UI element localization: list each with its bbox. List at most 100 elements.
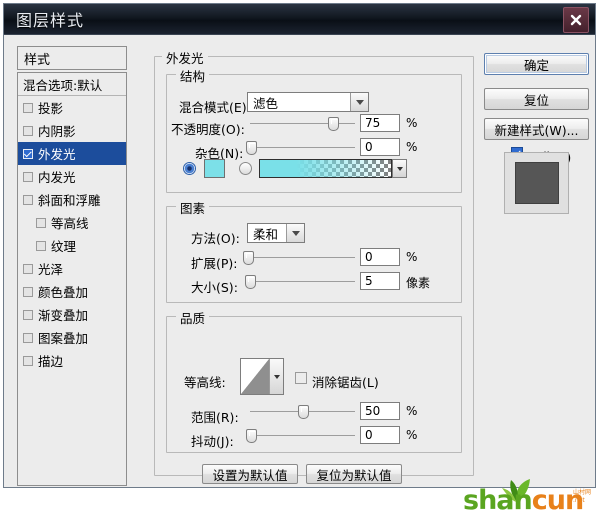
sidebar-item-inner-shadow[interactable]: 内阴影 (18, 119, 126, 142)
close-icon[interactable] (563, 7, 589, 33)
sidebar-item-label: 纹理 (51, 239, 77, 254)
reset-default-button[interactable]: 复位为默认值 (306, 464, 402, 484)
slider-knob[interactable] (243, 251, 255, 265)
size-slider[interactable] (245, 275, 355, 289)
sidebar-item-label: 投影 (38, 101, 64, 116)
outer-glow-pane: 外发光 结构 混合模式(E): 滤色 不透明度(O): % 杂色(N): (154, 46, 474, 486)
sidebar-item-label: 内发光 (38, 170, 76, 185)
sidebar-item-gradient-overlay[interactable]: 渐变叠加 (18, 303, 126, 326)
sidebar-item-label: 图案叠加 (38, 331, 89, 346)
gradient-chevron-down-icon[interactable] (392, 159, 407, 178)
chevron-down-icon[interactable] (269, 359, 283, 394)
checkbox-icon[interactable] (23, 102, 33, 113)
noise-slider[interactable] (246, 141, 355, 155)
contour-label: 等高线: (184, 375, 226, 390)
technique-select[interactable]: 柔和 (247, 223, 305, 243)
noise-unit: % (406, 140, 418, 154)
slider-knob[interactable] (245, 275, 257, 289)
noise-input[interactable] (360, 138, 400, 156)
spread-label: 扩展(P): (191, 256, 238, 271)
sidebar-item-satin[interactable]: 光泽 (18, 257, 126, 280)
sidebar-item-label: 颜色叠加 (38, 285, 89, 300)
anti-alias-checkbox[interactable] (295, 372, 307, 384)
sidebar-item-blending-options[interactable]: 混合选项:默认 (18, 73, 126, 96)
slider-track (250, 147, 355, 148)
checkbox-icon[interactable] (23, 309, 33, 320)
checkbox-icon[interactable] (23, 125, 33, 136)
sidebar-item-label: 渐变叠加 (38, 308, 89, 323)
range-input[interactable] (360, 402, 400, 420)
structure-group-label: 结构 (176, 66, 210, 85)
watermark-sub: 山村网 .net (573, 489, 591, 505)
sidebar-item-label: 外发光 (38, 147, 76, 162)
dialog-body: 样式 混合选项:默认 投影 内阴影 外发光 内发光 斜面和浮雕 等高线 纹理 光… (4, 35, 595, 487)
sidebar-item-color-overlay[interactable]: 颜色叠加 (18, 280, 126, 303)
checkbox-icon[interactable] (23, 332, 33, 343)
technique-label: 方法(O): (191, 231, 240, 246)
title-bar: 图层样式 (4, 4, 595, 35)
checkbox-icon[interactable] (23, 171, 33, 182)
opacity-slider[interactable] (250, 117, 355, 131)
spread-input[interactable] (360, 248, 400, 266)
close-x-glyph (570, 14, 582, 26)
sidebar-item-label: 内阴影 (38, 124, 76, 139)
range-slider[interactable] (250, 405, 355, 419)
glow-gradient-radio[interactable] (239, 162, 252, 175)
slider-track (250, 123, 355, 124)
new-style-button[interactable]: 新建样式(W)... (484, 118, 589, 140)
range-label: 范围(R): (191, 410, 239, 425)
slider-knob[interactable] (246, 429, 258, 443)
slider-knob[interactable] (297, 405, 309, 419)
sidebar-item-drop-shadow[interactable]: 投影 (18, 96, 126, 119)
checkbox-icon[interactable] (23, 286, 33, 297)
sidebar-item-contour[interactable]: 等高线 (18, 211, 126, 234)
ok-button[interactable]: 确定 (484, 53, 589, 75)
checkbox-icon[interactable] (36, 240, 46, 251)
styles-list[interactable]: 混合选项:默认 投影 内阴影 外发光 内发光 斜面和浮雕 等高线 纹理 光泽 颜… (17, 72, 127, 486)
contour-picker[interactable] (240, 358, 284, 395)
sidebar-item-texture[interactable]: 纹理 (18, 234, 126, 257)
watermark-part1: shan (463, 485, 533, 516)
size-input[interactable] (360, 272, 400, 290)
size-label: 大小(S): (191, 280, 238, 295)
outer-glow-group-label: 外发光 (162, 48, 208, 67)
sidebar-item-inner-glow[interactable]: 内发光 (18, 165, 126, 188)
contour-linear-icon (241, 359, 269, 394)
opacity-unit: % (406, 116, 418, 130)
blend-mode-select[interactable]: 滤色 (247, 92, 369, 112)
glow-gradient-bar[interactable] (259, 159, 392, 178)
spread-slider[interactable] (243, 251, 355, 265)
technique-value: 柔和 (253, 226, 279, 242)
checkbox-icon[interactable] (23, 355, 33, 366)
sidebar-item-bevel-emboss[interactable]: 斜面和浮雕 (18, 188, 126, 211)
jitter-input[interactable] (360, 426, 400, 444)
chevron-down-icon[interactable] (350, 93, 368, 111)
glow-color-radio[interactable] (183, 162, 196, 175)
checkbox-icon[interactable] (23, 148, 33, 159)
sidebar-item-outer-glow[interactable]: 外发光 (18, 142, 126, 165)
checkbox-icon[interactable] (23, 263, 33, 274)
slider-knob[interactable] (246, 141, 258, 155)
slider-knob[interactable] (327, 117, 339, 131)
styles-header: 样式 (17, 46, 127, 70)
spread-unit: % (406, 250, 418, 264)
reset-button[interactable]: 复位 (484, 88, 589, 110)
blend-mode-label: 混合模式(E): (179, 100, 251, 115)
slider-track (250, 435, 355, 436)
styles-header-label: 样式 (24, 52, 51, 68)
chevron-down-icon[interactable] (286, 224, 304, 242)
checkbox-icon[interactable] (23, 194, 33, 205)
sidebar-item-pattern-overlay[interactable]: 图案叠加 (18, 326, 126, 349)
glow-color-swatch[interactable] (204, 159, 225, 178)
jitter-unit: % (406, 428, 418, 442)
jitter-slider[interactable] (246, 429, 355, 443)
sidebar-item-stroke[interactable]: 描边 (18, 349, 126, 372)
quality-group-label: 品质 (176, 308, 210, 327)
preview-swatch (514, 162, 559, 204)
opacity-input[interactable] (360, 114, 400, 132)
dialog-title: 图层样式 (16, 11, 85, 30)
anti-alias-label: 消除锯齿(L) (312, 375, 379, 390)
checkbox-icon[interactable] (36, 217, 46, 228)
set-default-button[interactable]: 设置为默认值 (202, 464, 298, 484)
watermark-sub1: 山村网 (573, 489, 592, 496)
